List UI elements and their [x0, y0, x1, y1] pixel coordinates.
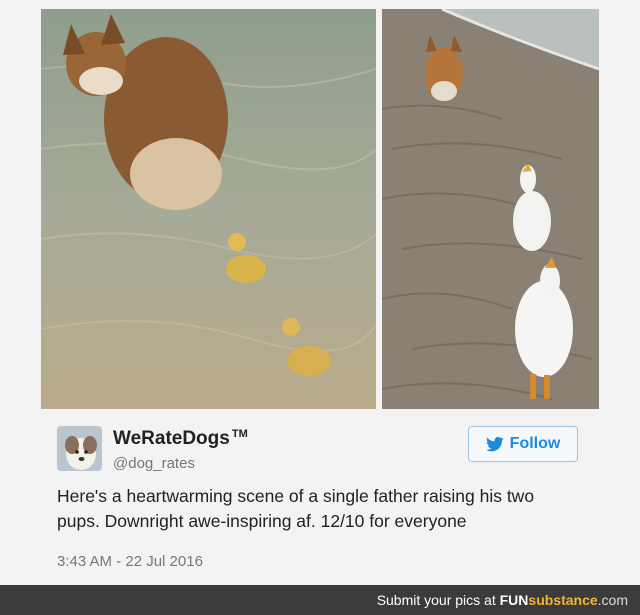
photo-right[interactable]	[382, 9, 599, 409]
brand-substance: substance	[528, 592, 598, 608]
tweet-text: Here's a heartwarming scene of a single …	[57, 486, 535, 531]
watermark-prefix: Submit your pics at	[376, 592, 500, 608]
user-handle[interactable]: @dog_rates	[113, 455, 195, 472]
tweet-card: WeRateDogs TM @dog_rates Follow Here's a …	[0, 0, 640, 585]
trademark-mark: TM	[231, 428, 248, 440]
display-name[interactable]: WeRateDogs TM	[113, 428, 248, 450]
tweet-timestamp[interactable]: 3:43 AM - 22 Jul 2016	[57, 553, 203, 570]
follow-label: Follow	[509, 435, 561, 452]
avatar[interactable]	[57, 426, 102, 471]
twitter-bird-icon	[485, 436, 504, 451]
corgi-ducks-beach-image	[382, 9, 599, 409]
brand-fun: FUN	[499, 592, 529, 608]
footer-bar: Submit your pics at FUNsubstance.com	[0, 585, 640, 615]
corgi-ducklings-water-image	[41, 9, 376, 409]
follow-button[interactable]: Follow	[468, 426, 578, 462]
brand-domain: .com	[597, 592, 628, 608]
display-name-text: WeRateDogs	[113, 428, 230, 449]
watermark: Submit your pics at FUNsubstance.com	[377, 585, 628, 615]
dog-avatar-icon	[57, 426, 102, 471]
photo-left[interactable]	[41, 9, 376, 409]
